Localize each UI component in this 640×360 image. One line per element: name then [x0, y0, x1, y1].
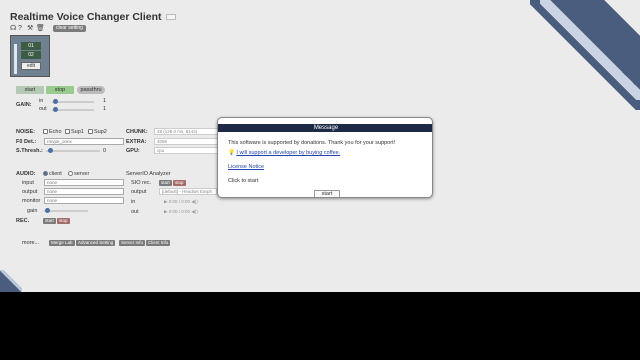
sio-rec-label: SIO rec. [131, 180, 152, 186]
client-radio[interactable] [43, 171, 48, 177]
noise-sup1-option[interactable]: Sup1 [65, 129, 84, 135]
sup1-checkbox[interactable] [65, 129, 70, 135]
donate-row: 💡 I will support a developer by buying c… [228, 150, 340, 156]
echo-label: Echo [49, 129, 62, 135]
audio-client-option[interactable]: client [43, 171, 62, 177]
sio-in-time: 0:00 / 0:00 [168, 199, 190, 204]
help-icon[interactable]: ? [18, 25, 22, 32]
more-label: more... [22, 240, 40, 246]
audio-output-select[interactable]: none [44, 188, 124, 195]
sio-in-player[interactable]: ▶ 0:00 / 0:00 ◀)) [164, 199, 198, 205]
gain-in-slider[interactable] [52, 99, 94, 104]
f0-detector-select[interactable]: rmvpe_onnx [44, 138, 124, 145]
donate-link[interactable]: I will support a developer by buying cof… [236, 150, 340, 156]
audio-label: AUDIO: [16, 171, 36, 177]
volume-icon[interactable]: ◀)) [190, 199, 197, 204]
license-notice-link[interactable]: License Notice [228, 164, 264, 170]
dialog-body-text: This software is supported by donations.… [228, 140, 396, 146]
gpu-select[interactable]: cpu [154, 147, 226, 154]
audio-server-option[interactable]: server [68, 171, 89, 177]
noise-sup2-option[interactable]: Sup2 [88, 129, 107, 135]
client-label: client [49, 171, 62, 177]
corner-decoration-inner [550, 0, 640, 90]
stop-button[interactable]: stop [46, 86, 74, 94]
extra-select[interactable]: 4096 [154, 138, 226, 145]
gain-out-knob[interactable] [53, 107, 58, 112]
rec-label: REC. [16, 218, 30, 224]
sthresh-slider[interactable] [46, 148, 100, 153]
noise-label: NOISE: [16, 129, 35, 135]
gain-in-value: 1 [103, 98, 107, 104]
app-window: Realtime Voice Changer Client ☊ ? ⚒ 🗑 cl… [0, 0, 640, 292]
model-slot-01[interactable]: 01 [21, 42, 41, 50]
gain-in-knob[interactable] [53, 99, 58, 104]
audio-input-label: input [22, 180, 34, 186]
sio-start-button[interactable]: start [159, 180, 172, 186]
sio-out-time: 0:00 / 0:00 [168, 209, 190, 214]
server-info-button[interactable]: Server Info [119, 240, 146, 246]
chunk-select[interactable]: 48 (128.0 ms, 6144) [154, 128, 226, 135]
model-slot-scrollbar[interactable] [14, 44, 17, 74]
message-dialog: Message This software is supported by do… [217, 117, 433, 198]
rec-stop-button[interactable]: stop [57, 218, 70, 224]
corner-decoration-bottom [0, 270, 22, 292]
model-edit-button[interactable]: edit [21, 62, 41, 70]
rec-start-button[interactable]: start [43, 218, 56, 224]
chunk-label: CHUNK: [126, 129, 148, 135]
start-button[interactable]: start [16, 86, 44, 94]
sup2-checkbox[interactable] [88, 129, 93, 135]
gain-out-slider[interactable] [52, 107, 94, 112]
gain-label: GAIN: [16, 102, 32, 108]
dialog-title: Message [218, 124, 432, 132]
extra-label: EXTRA: [126, 139, 147, 145]
gain-out-label: out [39, 106, 47, 112]
dialog-start-button[interactable]: start [314, 190, 340, 197]
sup2-label: Sup2 [94, 129, 107, 135]
audio-gain-label: gain [27, 208, 38, 214]
wrench-icon[interactable]: ⚒ [27, 25, 33, 32]
model-slot-panel: 01 02 edit [10, 35, 50, 77]
volume-icon[interactable]: ◀)) [190, 209, 197, 214]
click-to-start-text: Click to start [228, 178, 259, 184]
gain-in-label: in [39, 98, 44, 104]
trash-icon[interactable]: 🗑 [36, 25, 45, 32]
sio-stop-button[interactable]: stop [173, 180, 186, 186]
gain-out-value: 1 [103, 106, 107, 112]
sthresh-knob[interactable] [48, 148, 53, 153]
model-slot-02[interactable]: 02 [21, 51, 41, 59]
f0-label: F0 Det.: [16, 139, 37, 145]
echo-checkbox[interactable] [43, 129, 48, 135]
sthresh-value: 0 [103, 148, 107, 154]
audio-monitor-label: monitor [22, 198, 41, 204]
audio-input-select[interactable]: none [44, 179, 124, 186]
sio-output-select[interactable]: [default] - Headset Earph [159, 188, 217, 195]
clear-setting-button[interactable]: clear setting [53, 25, 86, 32]
audio-monitor-select[interactable]: none [44, 197, 124, 204]
sio-out-label: out [131, 209, 139, 215]
sio-output-label: output [131, 189, 147, 195]
merge-lab-button[interactable]: Merge Lab [49, 240, 75, 246]
sio-out-player[interactable]: ▶ 0:00 / 0:00 ◀)) [164, 209, 198, 215]
serverio-title: ServerIO Analyzer [126, 171, 171, 177]
github-icon[interactable]: ☊ [10, 25, 16, 32]
sup1-label: Sup1 [71, 129, 84, 135]
advanced-setting-button[interactable]: Advanced Setting [76, 240, 116, 246]
client-info-button[interactable]: Client Info [146, 240, 171, 246]
monitor-gain-slider[interactable] [44, 208, 88, 213]
server-radio[interactable] [68, 171, 73, 177]
monitor-gain-knob[interactable] [45, 208, 50, 213]
noise-echo-option[interactable]: Echo [43, 129, 62, 135]
sio-in-label: in [131, 199, 136, 205]
title-badge [166, 14, 176, 20]
audio-output-label: output [22, 189, 38, 195]
passthru-button[interactable]: passthru [77, 86, 105, 94]
server-label: server [74, 171, 90, 177]
page-title: Realtime Voice Changer Client [10, 11, 162, 23]
sthresh-label: S.Thresh.: [16, 148, 43, 154]
gpu-label: GPU: [126, 148, 140, 154]
